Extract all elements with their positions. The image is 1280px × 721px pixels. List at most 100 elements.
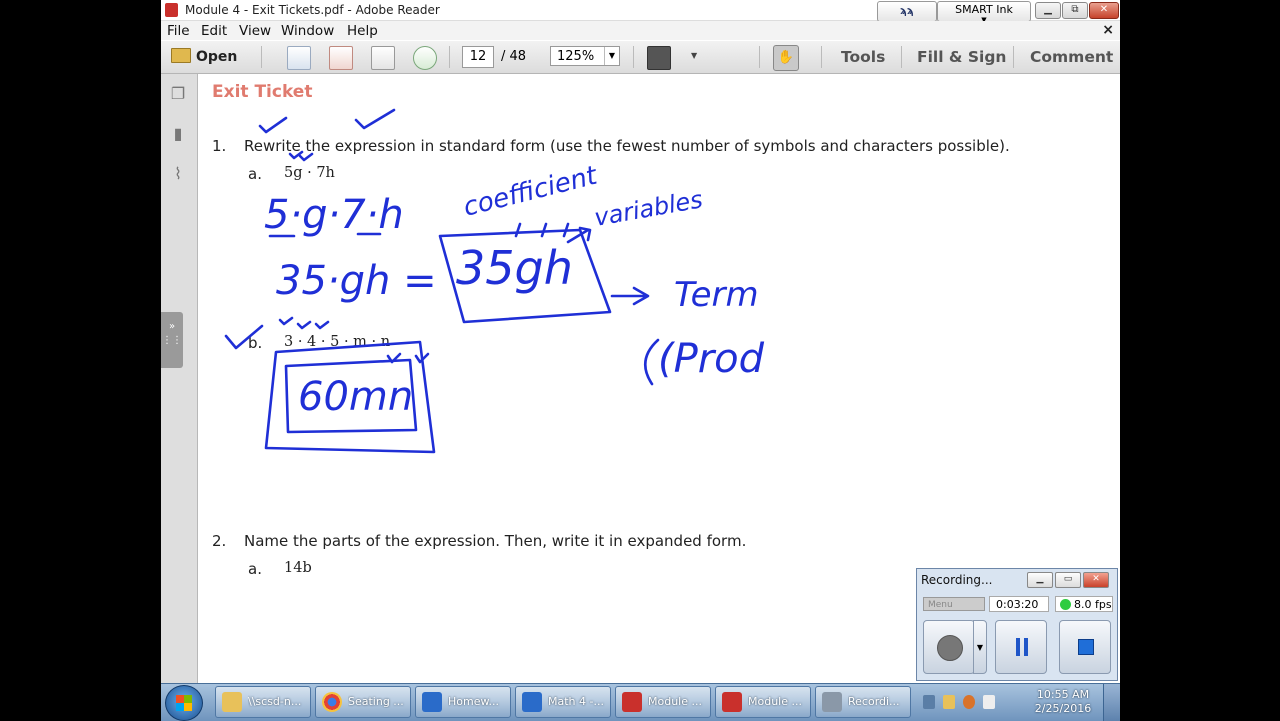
taskbar: \\scsd-n... Seating ... Homew... Math 4 …	[161, 683, 1120, 721]
pdf-icon	[622, 692, 642, 712]
box-mark	[264, 340, 436, 454]
close-document-button[interactable]: ×	[1102, 22, 1114, 38]
zoom-select[interactable]: 125% ▼	[550, 46, 620, 66]
ink-text: 60mn	[298, 374, 413, 420]
pdf-icon	[722, 692, 742, 712]
taskbar-item[interactable]: Recordi...	[815, 686, 911, 718]
network-icon[interactable]	[923, 695, 935, 709]
taskbar-item[interactable]: Homew...	[415, 686, 511, 718]
notification-icon[interactable]	[943, 695, 955, 709]
sign-icon[interactable]	[371, 46, 395, 70]
recorder-icon	[822, 692, 842, 712]
recorder-menu[interactable]: Menu	[923, 597, 985, 611]
status-dot-icon	[1060, 599, 1071, 610]
page-number-input[interactable]: 12	[462, 46, 494, 68]
question-text: Rewrite the expression in standard form …	[244, 137, 1010, 155]
stop-icon	[1078, 639, 1094, 655]
smart-tools-icon[interactable]: ϡϡ	[877, 1, 937, 22]
close-button[interactable]: ✕	[1083, 572, 1109, 588]
notebook-icon	[522, 692, 542, 712]
question-number: 2.	[212, 532, 227, 550]
fps-value: 8.0 fps	[1074, 598, 1112, 611]
title-bar: Module 4 - Exit Tickets.pdf - Adobe Read…	[161, 0, 1120, 24]
start-button[interactable]	[165, 685, 203, 721]
elapsed-time: 0:03:20	[989, 596, 1049, 612]
fit-page-icon[interactable]	[647, 46, 671, 70]
screen-recorder-widget: Recording... ▁ ▭ ✕ Menu 0:03:20 8.0 fps …	[916, 568, 1118, 681]
stop-button[interactable]	[1059, 620, 1111, 674]
fps-indicator: 8.0 fps	[1055, 596, 1113, 612]
menu-view[interactable]: View	[239, 23, 271, 39]
attachments-paperclip-icon[interactable]: ⌇	[169, 164, 187, 184]
taskbar-item-label: \\scsd-n...	[248, 695, 302, 708]
system-clock[interactable]: 10:55 AM 2/25/2016	[1031, 688, 1095, 716]
chevron-down-icon[interactable]: ▼	[691, 51, 697, 73]
bookmarks-icon[interactable]: ▮	[169, 124, 187, 144]
part-label: b.	[248, 334, 263, 352]
volume-icon[interactable]	[983, 695, 995, 709]
question-text: Name the parts of the expression. Then, …	[244, 532, 747, 550]
record-icon	[937, 635, 963, 661]
folder-icon	[222, 692, 242, 712]
adobe-reader-icon	[165, 3, 178, 17]
toolbar-divider	[901, 46, 902, 68]
minimize-button[interactable]: ▁	[1035, 2, 1061, 19]
open-button[interactable]: Open	[171, 46, 247, 68]
ink-text: Term	[674, 275, 759, 315]
ink-text: 35gh	[456, 241, 573, 295]
toolbar-divider	[633, 46, 634, 68]
arrow-icon	[610, 286, 650, 306]
toolbar-divider	[449, 46, 450, 68]
box-mark	[438, 228, 612, 324]
restore-button[interactable]: ⧉	[1062, 2, 1088, 19]
part-label: a.	[248, 560, 262, 578]
app-tray-icon[interactable]	[963, 695, 975, 709]
restore-button[interactable]: ▭	[1055, 572, 1081, 588]
toolbar-divider	[759, 46, 760, 68]
taskbar-item[interactable]: Module ...	[615, 686, 711, 718]
show-desktop-button[interactable]	[1103, 684, 1120, 721]
system-tray	[915, 686, 1001, 718]
taskbar-item[interactable]: Module ...	[715, 686, 811, 718]
taskbar-item[interactable]: Math 4 -...	[515, 686, 611, 718]
menu-bar: File Edit View Window Help ×	[161, 21, 1120, 40]
fill-sign-tab[interactable]: Fill & Sign	[917, 48, 1006, 66]
expression: 3 · 4 · 5 · m · n	[284, 334, 391, 350]
arrow-icon	[566, 226, 592, 244]
upload-cloud-icon[interactable]	[413, 46, 437, 70]
checkmark-icon	[278, 316, 330, 330]
toolbar-divider	[261, 46, 262, 68]
taskbar-item-label: Recordi...	[848, 695, 900, 708]
close-button[interactable]: ✕	[1089, 2, 1119, 19]
record-button[interactable]	[923, 620, 975, 674]
tools-tab[interactable]: Tools	[841, 48, 885, 66]
chevron-down-icon[interactable]: ▼	[973, 620, 987, 674]
export-pdf-icon[interactable]	[329, 46, 353, 70]
menu-help[interactable]: Help	[347, 23, 378, 39]
comment-tab[interactable]: Comment	[1030, 48, 1113, 66]
parenthesis-mark	[644, 338, 660, 386]
menu-edit[interactable]: Edit	[201, 23, 227, 39]
expression: 5g · 7h	[284, 165, 335, 181]
hand-tool-icon[interactable]: ✋	[773, 45, 799, 71]
smart-ink-button[interactable]: SMART Ink ▼	[937, 1, 1031, 24]
taskbar-item-label: Module ...	[648, 695, 702, 708]
recorder-title: Recording...	[921, 573, 993, 587]
windows-logo-icon	[176, 703, 192, 711]
page-heading: Exit Ticket	[212, 82, 313, 102]
menu-window[interactable]: Window	[281, 23, 334, 39]
checkmark-icon	[354, 108, 396, 130]
open-label: Open	[196, 49, 238, 65]
pause-button[interactable]	[995, 620, 1047, 674]
checkmark-icon	[386, 352, 430, 364]
chevron-down-icon[interactable]: ▼	[604, 47, 619, 65]
taskbar-item[interactable]: Seating ...	[315, 686, 411, 718]
menu-file[interactable]: File	[167, 23, 190, 39]
taskbar-item-label: Homew...	[448, 695, 499, 708]
minimize-button[interactable]: ▁	[1027, 572, 1053, 588]
expand-pane-icon[interactable]: » ⋮⋮	[161, 312, 183, 368]
create-pdf-icon[interactable]	[287, 46, 311, 70]
page-thumbnails-icon[interactable]: ❐	[169, 84, 187, 104]
ink-text: coefficient	[460, 160, 600, 222]
taskbar-item[interactable]: \\scsd-n...	[215, 686, 311, 718]
